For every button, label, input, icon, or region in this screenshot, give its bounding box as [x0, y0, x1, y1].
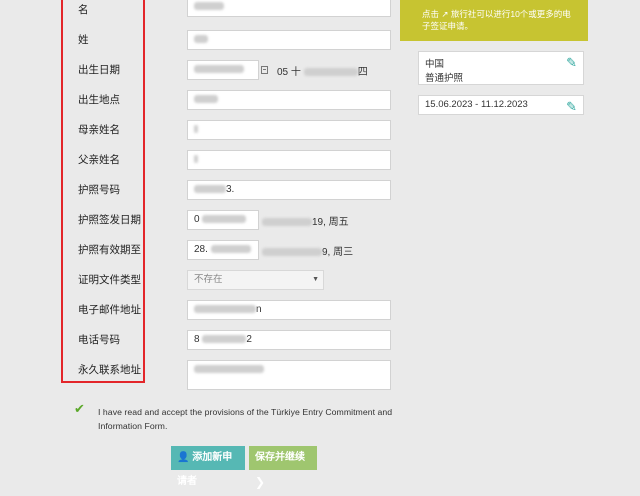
travel-dates-text: 15.06.2023 - 11.12.2023: [425, 99, 528, 110]
redacted-text: [194, 65, 244, 74]
given-name-input[interactable]: [187, 0, 391, 17]
label-passport-issue-date: 护照签发日期: [78, 214, 141, 226]
expiry-date-display: 9, 周三: [262, 243, 353, 258]
redacted-text: [194, 95, 218, 104]
redacted-text: [194, 305, 256, 314]
surname-input[interactable]: [187, 30, 391, 50]
redacted-text: [194, 35, 208, 44]
label-father-name: 父亲姓名: [78, 154, 120, 166]
document-type-select[interactable]: 不存在 ▼: [187, 270, 324, 290]
label-document-type: 证明文件类型: [78, 274, 141, 286]
chevron-right-icon: ❯: [255, 475, 266, 489]
redacted-text: [210, 245, 251, 254]
passport-number-input[interactable]: 3.: [187, 180, 391, 200]
redacted-text: [194, 125, 198, 134]
issue-date-display: 19, 周五: [262, 213, 349, 228]
agreement-checkbox-icon[interactable]: ✔: [74, 401, 85, 417]
country-passport-card: 中国 普通护照 ✎: [418, 51, 584, 85]
label-phone: 电话号码: [78, 334, 120, 346]
user-icon: 👤: [177, 452, 190, 463]
address-textarea[interactable]: [187, 360, 391, 390]
calendar-icon[interactable]: [261, 66, 268, 74]
passport-issue-date-input[interactable]: 0: [187, 210, 259, 230]
label-passport-expiry-date: 护照有效期至: [78, 244, 141, 256]
save-continue-button[interactable]: 保存并继续 ❯: [249, 446, 317, 489]
redacted-text: [194, 365, 264, 374]
label-email: 电子邮件地址: [78, 304, 141, 316]
travel-dates-card: 15.06.2023 - 11.12.2023 ✎: [418, 95, 584, 115]
birth-date-input[interactable]: [187, 60, 259, 80]
birth-date-display: 05 十 四: [277, 67, 368, 78]
label-address: 永久联系地址: [78, 364, 141, 376]
email-input[interactable]: n: [187, 300, 391, 320]
country-text: 中国: [425, 59, 445, 70]
label-surname: 姓: [78, 34, 89, 46]
agreement-text: I have read and accept the provisions of…: [98, 407, 393, 431]
redacted-text: [194, 155, 198, 164]
dropdown-arrow-icon: ▼: [312, 276, 319, 283]
redacted-text: [194, 2, 224, 11]
add-applicant-button[interactable]: 👤 添加新申请者: [171, 446, 245, 487]
edit-pencil-icon[interactable]: ✎: [566, 56, 577, 69]
passport-expiry-date-input[interactable]: 28.: [187, 240, 259, 260]
label-passport-number: 护照号码: [78, 184, 120, 196]
label-birth-place: 出生地点: [78, 94, 120, 106]
phone-input[interactable]: 8 2: [187, 330, 391, 350]
edit-pencil-icon[interactable]: ✎: [566, 100, 577, 113]
label-birth-date: 出生日期: [78, 64, 120, 76]
agency-banner: 点击 ↗ 旅行社可以进行10个或更多的电子签证申请。: [400, 0, 588, 41]
label-mother-name: 母亲姓名: [78, 124, 120, 136]
label-given-name: 名: [78, 4, 89, 16]
redacted-text: [194, 185, 226, 194]
mother-name-input[interactable]: [187, 120, 391, 140]
father-name-input[interactable]: [187, 150, 391, 170]
redacted-text: [262, 218, 312, 227]
passport-type-text: 普通护照: [425, 73, 464, 84]
redacted-text: [262, 248, 322, 257]
redacted-text: [202, 335, 247, 344]
redacted-text: [202, 215, 247, 224]
birth-place-input[interactable]: [187, 90, 391, 110]
redacted-text: [303, 68, 358, 77]
